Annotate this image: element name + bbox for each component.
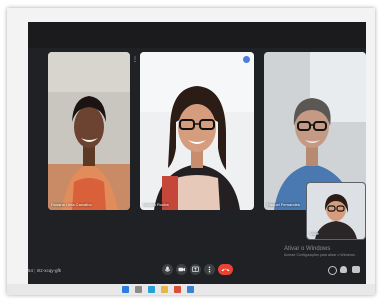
- meeting-info: 54 | ntz-xcqy-gfk: [28, 268, 61, 273]
- camera-button[interactable]: [176, 264, 187, 275]
- participant-name: Raquel Fernandes: [267, 202, 300, 207]
- windows-activation-watermark: Ativar o Windows Acesse Configurações pa…: [284, 246, 356, 257]
- mic-icon: [164, 266, 171, 272]
- camera-icon: [178, 267, 185, 272]
- chat-icon[interactable]: [352, 266, 360, 273]
- end-call-icon: [221, 268, 230, 272]
- info-icon[interactable]: [328, 266, 337, 275]
- meeting-time: 54: [28, 268, 34, 273]
- mic-button[interactable]: [162, 264, 173, 275]
- chrome-browser-icon[interactable]: [174, 286, 181, 293]
- participant-name: Rosana Lima Carvalho: [51, 202, 92, 207]
- more-icon: [208, 266, 211, 273]
- self-view-tile[interactable]: Você: [306, 182, 366, 240]
- watermark-title: Ativar o Windows: [284, 246, 331, 252]
- edge-browser-icon[interactable]: [148, 286, 155, 293]
- more-options-button[interactable]: [204, 264, 215, 275]
- present-icon: [192, 266, 199, 272]
- present-button[interactable]: [190, 264, 201, 275]
- taskbar: [7, 284, 375, 295]
- meeting-code: ntz-xcqy-gfk: [36, 268, 61, 273]
- bottom-control-bar: 54 | ntz-xcqy-gfk: [28, 258, 366, 284]
- pin-badge-icon[interactable]: [243, 56, 250, 63]
- self-view-label: Você: [310, 231, 319, 236]
- participant-video: [48, 52, 130, 210]
- participant-tile[interactable]: Rosana Lima Carvalho: [48, 52, 130, 210]
- meet-call-screen: Rosana Lima Carvalho Sandra Rocha Raquel…: [28, 22, 366, 284]
- tile-menu-icon[interactable]: ⋮: [132, 56, 138, 63]
- participant-name: Sandra Rocha: [143, 202, 169, 207]
- participant-video: [140, 52, 254, 210]
- search-icon[interactable]: [135, 286, 142, 293]
- participant-tile[interactable]: Sandra Rocha: [140, 52, 254, 210]
- windows-start-icon[interactable]: [122, 286, 129, 293]
- mail-icon[interactable]: [187, 286, 194, 293]
- top-bar: [28, 22, 366, 48]
- people-icon[interactable]: [340, 266, 347, 273]
- end-call-button[interactable]: [218, 264, 233, 275]
- watermark-subtitle: Acesse Configurações para ativar o Windo…: [284, 253, 356, 257]
- file-explorer-icon[interactable]: [161, 286, 168, 293]
